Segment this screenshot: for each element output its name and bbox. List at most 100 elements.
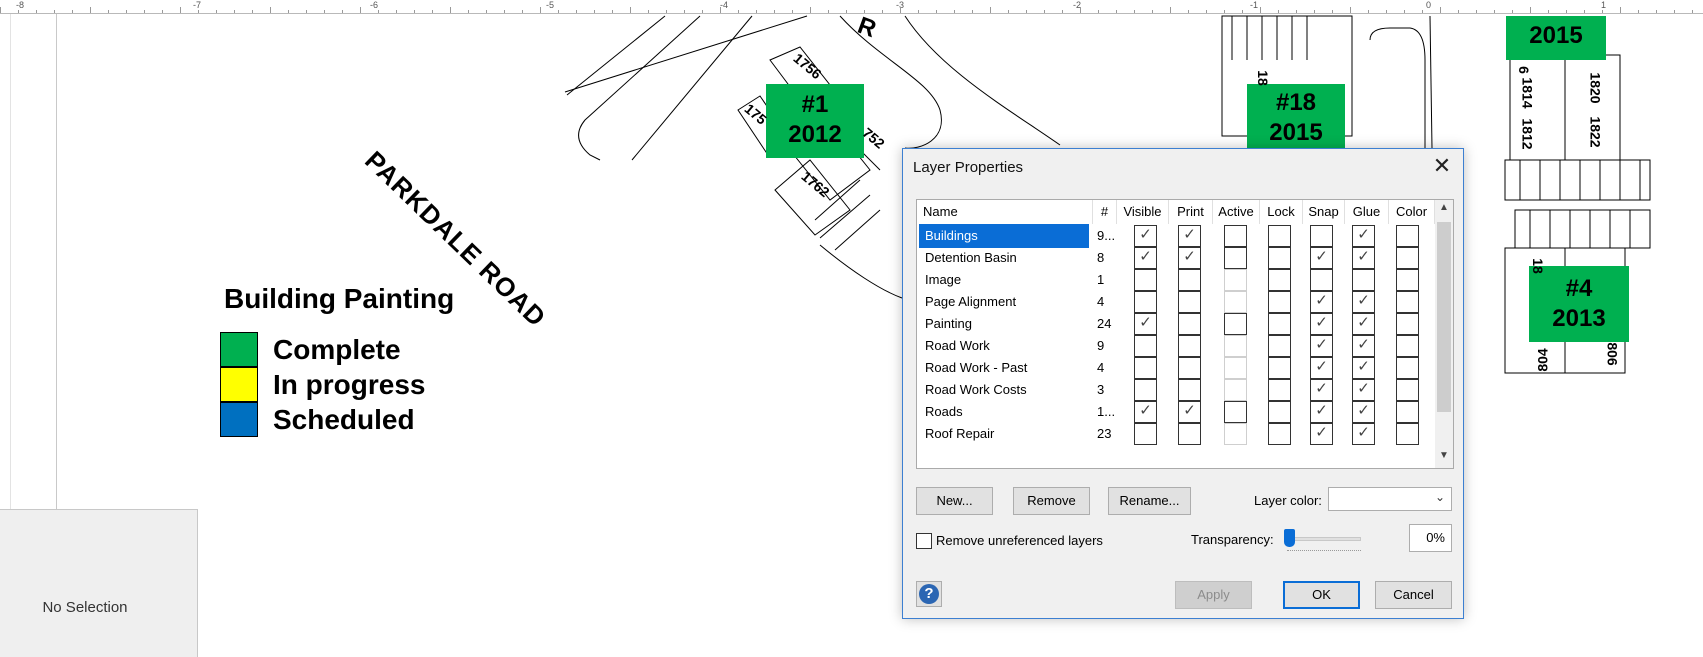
print-checkbox[interactable] [1178, 357, 1201, 379]
layer-name[interactable]: Road Work - Past [919, 356, 1089, 380]
close-icon[interactable]: ✕ [1429, 155, 1455, 179]
glue-checkbox[interactable]: ✓ [1352, 225, 1375, 247]
glue-checkbox[interactable]: ✓ [1352, 379, 1375, 401]
lock-checkbox[interactable] [1268, 269, 1291, 291]
layer-row-road-work[interactable]: Road Work 9 ✓ ✓ [917, 334, 1437, 358]
transparency-slider-track[interactable] [1287, 537, 1361, 541]
lock-checkbox[interactable] [1268, 335, 1291, 357]
scroll-down-icon[interactable]: ▼ [1435, 450, 1453, 466]
print-checkbox[interactable]: ✓ [1178, 401, 1201, 423]
active-checkbox[interactable] [1224, 291, 1247, 313]
print-checkbox[interactable] [1178, 379, 1201, 401]
column-header-snap[interactable]: Snap [1303, 200, 1345, 224]
active-checkbox[interactable] [1224, 225, 1247, 247]
lock-checkbox[interactable] [1268, 423, 1291, 445]
print-checkbox[interactable] [1178, 313, 1201, 335]
column-header-count[interactable]: # [1093, 200, 1117, 224]
layer-name[interactable]: Page Alignment [919, 290, 1089, 314]
lock-checkbox[interactable] [1268, 357, 1291, 379]
snap-checkbox[interactable]: ✓ [1310, 357, 1333, 379]
snap-checkbox[interactable]: ✓ [1310, 423, 1333, 445]
glue-checkbox[interactable]: ✓ [1352, 313, 1375, 335]
print-checkbox[interactable]: ✓ [1178, 247, 1201, 269]
lock-checkbox[interactable] [1268, 313, 1291, 335]
snap-checkbox[interactable] [1310, 225, 1333, 247]
lock-checkbox[interactable] [1268, 225, 1291, 247]
layer-row-painting[interactable]: Painting 24 ✓ ✓ ✓ [917, 312, 1437, 336]
apply-button[interactable]: Apply [1175, 581, 1252, 609]
snap-checkbox[interactable] [1310, 269, 1333, 291]
visible-checkbox[interactable]: ✓ [1134, 247, 1157, 269]
color-checkbox[interactable] [1396, 269, 1419, 291]
layer-name[interactable]: Road Work [919, 334, 1089, 358]
active-checkbox[interactable] [1224, 269, 1247, 291]
column-header-name[interactable]: Name [917, 200, 1093, 224]
print-checkbox[interactable] [1178, 269, 1201, 291]
color-checkbox[interactable] [1396, 401, 1419, 423]
glue-checkbox[interactable]: ✓ [1352, 335, 1375, 357]
scroll-up-icon[interactable]: ▲ [1435, 202, 1453, 218]
layer-name[interactable]: Roads [919, 400, 1089, 424]
new-layer-button[interactable]: New... [916, 487, 993, 515]
layer-row-detention-basin[interactable]: Detention Basin 8 ✓ ✓ ✓ ✓ [917, 246, 1437, 270]
snap-checkbox[interactable]: ✓ [1310, 401, 1333, 423]
color-checkbox[interactable] [1396, 357, 1419, 379]
print-checkbox[interactable] [1178, 423, 1201, 445]
lock-checkbox[interactable] [1268, 291, 1291, 313]
layer-row-image[interactable]: Image 1 [917, 268, 1437, 292]
ok-button[interactable]: OK [1283, 581, 1360, 609]
layer-row-page-alignment[interactable]: Page Alignment 4 ✓ ✓ [917, 290, 1437, 314]
layer-name[interactable]: Road Work Costs [919, 378, 1089, 402]
layer-row-road-work-costs[interactable]: Road Work Costs 3 ✓ ✓ [917, 378, 1437, 402]
layer-list-scrollbar[interactable]: ▲ ▼ [1435, 200, 1453, 468]
snap-checkbox[interactable]: ✓ [1310, 247, 1333, 269]
column-header-color[interactable]: Color [1389, 200, 1435, 224]
layer-row-road-work-past[interactable]: Road Work - Past 4 ✓ ✓ [917, 356, 1437, 380]
active-checkbox[interactable] [1224, 423, 1247, 445]
print-checkbox[interactable] [1178, 335, 1201, 357]
glue-checkbox[interactable]: ✓ [1352, 423, 1375, 445]
glue-checkbox[interactable]: ✓ [1352, 357, 1375, 379]
remove-layer-button[interactable]: Remove [1013, 487, 1090, 515]
layer-row-buildings[interactable]: Buildings 9... ✓ ✓ ✓ [917, 224, 1437, 248]
visible-checkbox[interactable] [1134, 269, 1157, 291]
glue-checkbox[interactable]: ✓ [1352, 291, 1375, 313]
column-header-print[interactable]: Print [1169, 200, 1213, 224]
active-checkbox[interactable] [1224, 313, 1247, 335]
snap-checkbox[interactable]: ✓ [1310, 291, 1333, 313]
help-button[interactable]: ? [916, 581, 942, 607]
layer-name[interactable]: Detention Basin [919, 246, 1089, 270]
lock-checkbox[interactable] [1268, 401, 1291, 423]
color-checkbox[interactable] [1396, 423, 1419, 445]
remove-unreferenced-checkbox[interactable] [916, 533, 932, 549]
print-checkbox[interactable]: ✓ [1178, 225, 1201, 247]
scroll-thumb[interactable] [1437, 222, 1451, 412]
visible-checkbox[interactable]: ✓ [1134, 225, 1157, 247]
column-header-glue[interactable]: Glue [1345, 200, 1389, 224]
active-checkbox[interactable] [1224, 379, 1247, 401]
layer-row-roads[interactable]: Roads 1... ✓ ✓ ✓ ✓ [917, 400, 1437, 424]
lock-checkbox[interactable] [1268, 247, 1291, 269]
color-checkbox[interactable] [1396, 291, 1419, 313]
layer-name[interactable]: Buildings [919, 224, 1089, 248]
cancel-button[interactable]: Cancel [1375, 581, 1452, 609]
transparency-slider-thumb[interactable] [1284, 529, 1295, 547]
building-tag-18[interactable]: #18 2015 [1247, 84, 1345, 150]
visible-checkbox[interactable]: ✓ [1134, 401, 1157, 423]
building-tag-4[interactable]: #4 2013 [1529, 266, 1629, 342]
layer-name[interactable]: Roof Repair [919, 422, 1089, 446]
column-header-active[interactable]: Active [1213, 200, 1260, 224]
color-checkbox[interactable] [1396, 247, 1419, 269]
lock-checkbox[interactable] [1268, 379, 1291, 401]
visible-checkbox[interactable] [1134, 379, 1157, 401]
print-checkbox[interactable] [1178, 291, 1201, 313]
column-header-lock[interactable]: Lock [1260, 200, 1303, 224]
glue-checkbox[interactable] [1352, 269, 1375, 291]
glue-checkbox[interactable]: ✓ [1352, 247, 1375, 269]
layer-row-roof-repair[interactable]: Roof Repair 23 ✓ ✓ [917, 422, 1437, 446]
color-checkbox[interactable] [1396, 379, 1419, 401]
visible-checkbox[interactable] [1134, 423, 1157, 445]
layer-name[interactable]: Painting [919, 312, 1089, 336]
visible-checkbox[interactable] [1134, 357, 1157, 379]
color-checkbox[interactable] [1396, 225, 1419, 247]
